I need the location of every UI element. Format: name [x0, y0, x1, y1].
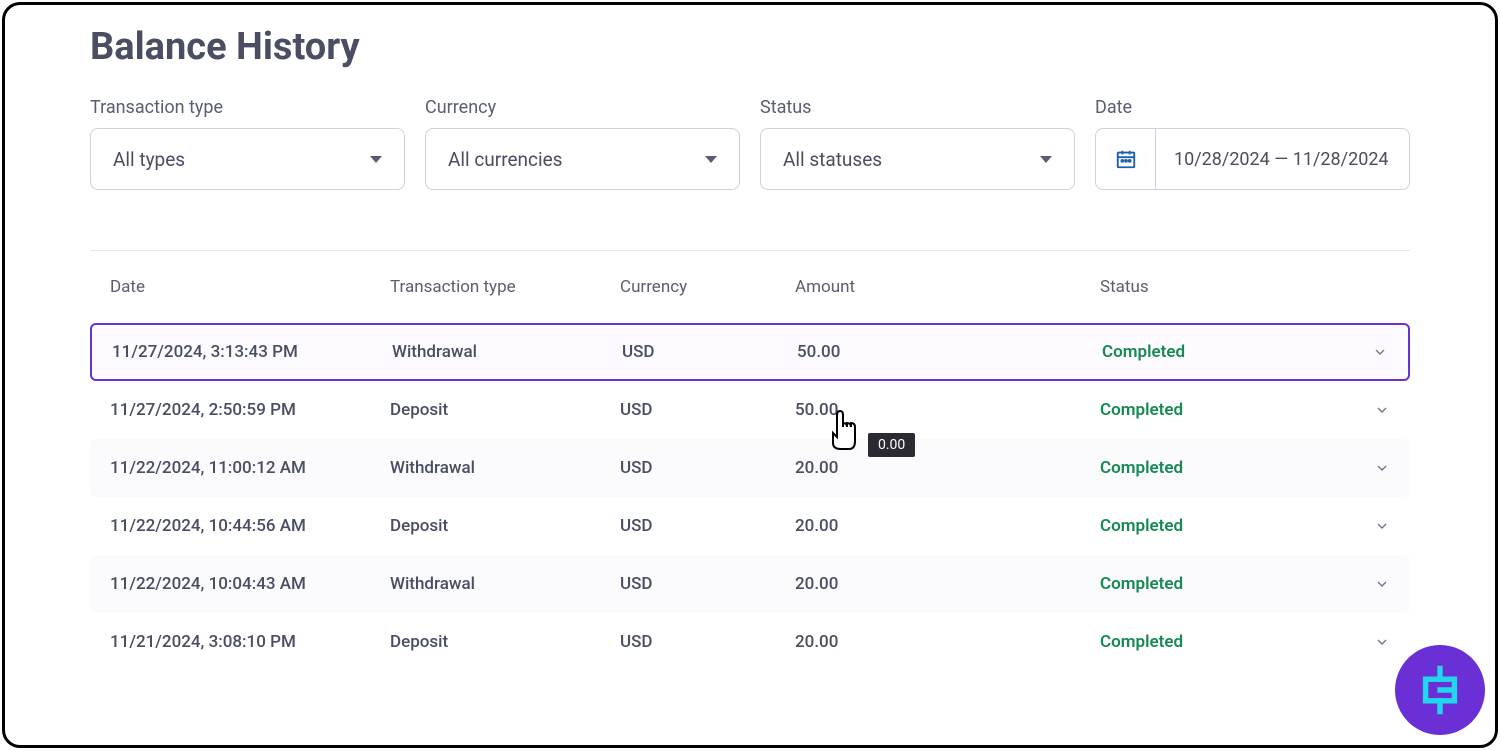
cell-type: Deposit — [390, 632, 620, 652]
cell-type: Deposit — [390, 516, 620, 536]
select-value: All currencies — [448, 148, 562, 171]
filter-label: Transaction type — [90, 97, 405, 118]
chevron-down-icon[interactable] — [1330, 518, 1390, 534]
filter-label: Currency — [425, 97, 740, 118]
cell-status: Completed — [1100, 516, 1330, 536]
cell-type: Deposit — [390, 400, 620, 420]
cell-amount: 20.00 — [795, 632, 1100, 652]
caret-down-icon — [705, 156, 717, 163]
chevron-down-icon[interactable] — [1330, 576, 1390, 592]
cell-date: 11/21/2024, 3:08:10 PM — [110, 632, 390, 652]
filter-currency: Currency All currencies — [425, 97, 740, 190]
select-value: All types — [113, 148, 185, 171]
cell-date: 11/22/2024, 10:04:43 AM — [110, 574, 390, 594]
table-row[interactable]: 11/22/2024, 10:04:43 AM Withdrawal USD 2… — [90, 555, 1410, 613]
transactions-table: Date Transaction type Currency Amount St… — [90, 250, 1410, 671]
cell-status: Completed — [1100, 458, 1330, 478]
amount-tooltip: 0.00 — [868, 433, 915, 457]
table-row[interactable]: 11/27/2024, 3:13:43 PM Withdrawal USD 50… — [90, 323, 1410, 381]
logo-badge — [1395, 645, 1485, 735]
currency-select[interactable]: All currencies — [425, 128, 740, 190]
cell-status: Completed — [1100, 632, 1330, 652]
status-select[interactable]: All statuses — [760, 128, 1075, 190]
cell-date: 11/27/2024, 3:13:43 PM — [112, 342, 392, 362]
transaction-type-select[interactable]: All types — [90, 128, 405, 190]
table-row[interactable]: 11/22/2024, 10:44:56 AM Deposit USD 20.0… — [90, 497, 1410, 555]
cell-status: Completed — [1100, 574, 1330, 594]
filter-transaction-type: Transaction type All types — [90, 97, 405, 190]
cell-currency: USD — [620, 574, 795, 594]
cell-amount: 20.00 — [795, 458, 1100, 478]
cell-date: 11/27/2024, 2:50:59 PM — [110, 400, 390, 420]
date-range-value: 10/28/2024 — 11/28/2024 — [1156, 149, 1407, 170]
chevron-down-icon[interactable] — [1328, 344, 1388, 360]
cell-currency: USD — [620, 458, 795, 478]
cell-status: Completed — [1102, 342, 1328, 362]
cell-amount: 20.00 — [795, 516, 1100, 536]
filter-bar: Transaction type All types Currency All … — [90, 97, 1410, 190]
cell-currency: USD — [622, 342, 797, 362]
page-title: Balance History — [90, 25, 1410, 69]
date-range-input[interactable]: 10/28/2024 — 11/28/2024 — [1095, 128, 1410, 190]
filter-label: Status — [760, 97, 1075, 118]
chevron-down-icon[interactable] — [1330, 402, 1390, 418]
chevron-down-icon[interactable] — [1330, 634, 1390, 650]
cell-type: Withdrawal — [390, 458, 620, 478]
calendar-icon — [1096, 129, 1156, 189]
cell-currency: USD — [620, 632, 795, 652]
filter-label: Date — [1095, 97, 1410, 118]
caret-down-icon — [1040, 156, 1052, 163]
cell-amount: 20.00 — [795, 574, 1100, 594]
cell-date: 11/22/2024, 11:00:12 AM — [110, 458, 390, 478]
cell-date: 11/22/2024, 10:44:56 AM — [110, 516, 390, 536]
col-type: Transaction type — [390, 277, 620, 297]
col-date: Date — [110, 277, 390, 297]
cell-type: Withdrawal — [392, 342, 622, 362]
pointer-cursor-icon — [823, 407, 863, 461]
table-row[interactable]: 11/21/2024, 3:08:10 PM Deposit USD 20.00… — [90, 613, 1410, 671]
table-row[interactable]: 11/27/2024, 2:50:59 PM Deposit USD 50.00… — [90, 381, 1410, 439]
filter-status: Status All statuses — [760, 97, 1075, 190]
select-value: All statuses — [783, 148, 882, 171]
col-amount: Amount — [795, 277, 1100, 297]
col-currency: Currency — [620, 277, 795, 297]
cell-amount: 50.00 — [797, 342, 1102, 362]
cell-type: Withdrawal — [390, 574, 620, 594]
chevron-down-icon[interactable] — [1330, 460, 1390, 476]
caret-down-icon — [370, 156, 382, 163]
col-status: Status — [1100, 277, 1330, 297]
cell-status: Completed — [1100, 400, 1330, 420]
filter-date: Date 10/28/2024 — 11/28/2024 — [1095, 97, 1410, 190]
table-row[interactable]: 11/22/2024, 11:00:12 AM Withdrawal USD 2… — [90, 439, 1410, 497]
cell-currency: USD — [620, 400, 795, 420]
cell-currency: USD — [620, 516, 795, 536]
table-header: Date Transaction type Currency Amount St… — [90, 251, 1410, 323]
